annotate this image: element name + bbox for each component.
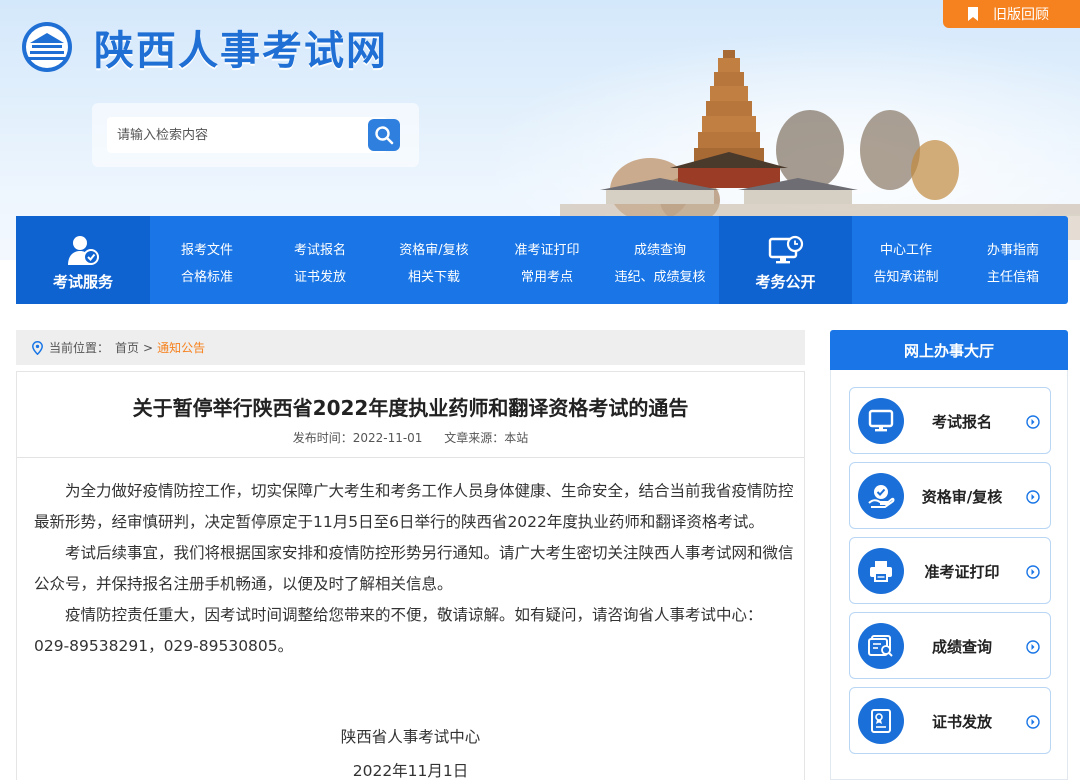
article-body: 为全力做好疫情防控工作，切实保障广大考生和考务工作人员身体健康、生命安全，结合当… bbox=[34, 476, 794, 662]
publish-time: 发布时间：2022-11-01 bbox=[292, 431, 423, 445]
nav-item-director-mailbox[interactable]: 主任信箱 bbox=[987, 266, 1039, 285]
big-wild-goose-pagoda-illustration bbox=[560, 50, 1080, 240]
breadcrumb: 当前位置： 首页 > 通知公告 bbox=[16, 330, 805, 365]
article-title: 关于暂停举行陕西省2022年度执业药师和翻译资格考试的通告 bbox=[132, 396, 689, 420]
printer-icon bbox=[858, 548, 904, 594]
nav-item-exam-registration[interactable]: 考试报名 bbox=[294, 239, 346, 258]
nav-item-score-query[interactable]: 成绩查询 bbox=[634, 239, 686, 258]
main-nav: 考试服务 报考文件 合格标准 考试报名 证书发放 资格审/复核 相关下载 准考证… bbox=[16, 216, 1068, 304]
bookmark-icon bbox=[968, 7, 978, 21]
sidebar-title: 网上办事大厅 bbox=[830, 330, 1068, 370]
sidebar-item-certificate-issue[interactable]: 证书发放 bbox=[849, 687, 1051, 754]
old-version-label: 旧版回顾 bbox=[993, 7, 1049, 23]
search-button[interactable] bbox=[368, 119, 400, 151]
circle-arrow-right-icon bbox=[1026, 715, 1040, 729]
search-input[interactable] bbox=[107, 117, 387, 153]
circle-arrow-right-icon bbox=[1026, 640, 1040, 654]
circle-arrow-right-icon bbox=[1026, 415, 1040, 429]
nav-item-passing-standard[interactable]: 合格标准 bbox=[181, 266, 233, 285]
nav-item-exam-sites[interactable]: 常用考点 bbox=[521, 266, 573, 285]
sidebar-item-qualification-review[interactable]: 资格审/复核 bbox=[849, 462, 1051, 529]
exam-affairs-block[interactable]: 考务公开 bbox=[719, 216, 852, 304]
circle-arrow-right-icon bbox=[1026, 565, 1040, 579]
sidebar-item-score-query[interactable]: 成绩查询 bbox=[849, 612, 1051, 679]
monitor-icon bbox=[858, 398, 904, 444]
score-search-icon bbox=[858, 623, 904, 669]
nav-item-admission-ticket[interactable]: 准考证打印 bbox=[514, 239, 579, 258]
article-paragraph: 考试后续事宜，我们将根据国家安排和疫情防控形势另行通知。请广大考生密切关注陕西人… bbox=[34, 544, 794, 593]
search-icon bbox=[375, 126, 394, 145]
certificate-icon bbox=[858, 698, 904, 744]
breadcrumb-current[interactable]: 通知公告 bbox=[157, 339, 205, 356]
exam-service-block[interactable]: 考试服务 bbox=[16, 216, 150, 304]
nav-item-qualification-review[interactable]: 资格审/复核 bbox=[399, 239, 468, 258]
sidebar-item-label: 资格审/复核 bbox=[921, 488, 1003, 506]
nav-item-service-guide[interactable]: 办事指南 bbox=[987, 239, 1039, 258]
breadcrumb-separator: > bbox=[143, 340, 154, 355]
exam-service-icon bbox=[68, 236, 99, 265]
nav-item-exam-documents[interactable]: 报考文件 bbox=[181, 239, 233, 258]
nav-item-violation-review[interactable]: 违纪、成绩复核 bbox=[614, 266, 705, 285]
search-box bbox=[92, 103, 419, 167]
site-title: 陕西人事考试网 bbox=[94, 28, 388, 74]
logo-emblem-icon bbox=[22, 22, 72, 72]
sidebar-item-exam-registration[interactable]: 考试报名 bbox=[849, 387, 1051, 454]
breadcrumb-home[interactable]: 首页 bbox=[115, 339, 139, 356]
article-divider bbox=[17, 457, 804, 458]
article-paragraph: 为全力做好疫情防控工作，切实保障广大考生和考务工作人员身体健康、生命安全，结合当… bbox=[34, 482, 794, 531]
nav-item-downloads[interactable]: 相关下载 bbox=[408, 266, 460, 285]
article-date: 2022年11月1日 bbox=[352, 762, 469, 780]
sidebar-item-label: 准考证打印 bbox=[924, 563, 1000, 581]
article-paragraph: 疫情防控责任重大，因考试时间调整给您带来的不便，敬请谅解。如有疑问，请咨询省人事… bbox=[34, 606, 763, 655]
sidebar-item-admission-ticket[interactable]: 准考证打印 bbox=[849, 537, 1051, 604]
circle-arrow-right-icon bbox=[1026, 490, 1040, 504]
monitor-clock-icon bbox=[768, 235, 803, 264]
exam-affairs-label: 考务公开 bbox=[755, 273, 816, 291]
hand-check-icon bbox=[858, 473, 904, 519]
sidebar-item-label: 证书发放 bbox=[931, 713, 992, 731]
article-signature: 陕西省人事考试中心 bbox=[340, 728, 481, 746]
sidebar-item-label: 成绩查询 bbox=[931, 638, 992, 656]
location-pin-icon bbox=[32, 340, 43, 355]
nav-item-certificate-issue[interactable]: 证书发放 bbox=[294, 266, 346, 285]
breadcrumb-prefix: 当前位置： bbox=[49, 341, 110, 355]
sidebar-item-label: 考试报名 bbox=[931, 413, 992, 431]
nav-item-commitment-system[interactable]: 告知承诺制 bbox=[873, 266, 938, 285]
nav-item-center-work[interactable]: 中心工作 bbox=[880, 239, 932, 258]
article-source: 文章来源：本站 bbox=[444, 431, 529, 445]
site-logo[interactable]: 陕西人事考试网 bbox=[18, 18, 388, 76]
exam-service-label: 考试服务 bbox=[52, 273, 113, 291]
article-meta: 发布时间：2022-11-01 文章来源：本站 bbox=[17, 429, 804, 446]
old-version-button[interactable]: 旧版回顾 bbox=[943, 0, 1080, 28]
article: 关于暂停举行陕西省2022年度执业药师和翻译资格考试的通告 发布时间：2022-… bbox=[16, 371, 805, 780]
